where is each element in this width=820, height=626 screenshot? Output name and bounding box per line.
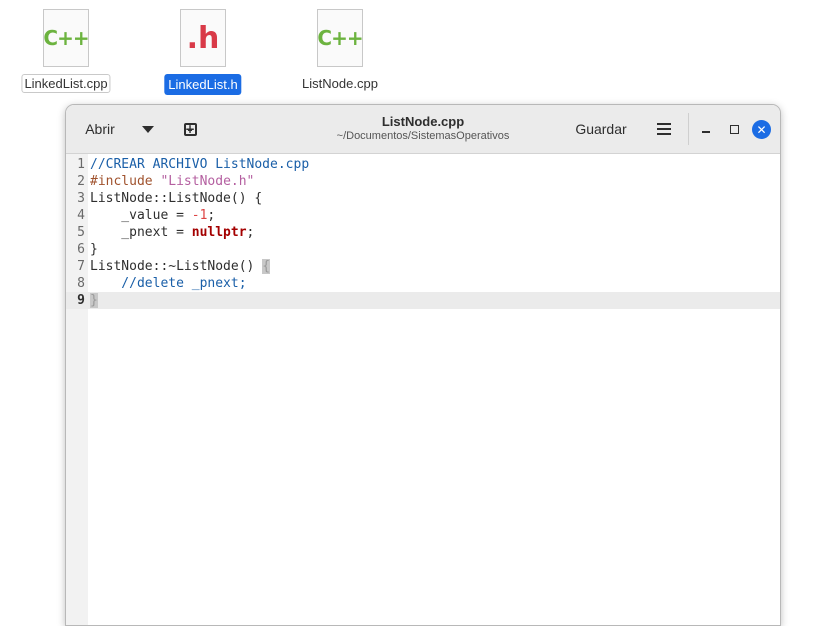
line-number: 1	[77, 157, 85, 172]
code-line[interactable]: 9}	[66, 292, 780, 309]
close-button[interactable]: ✕	[752, 120, 771, 139]
desktop-file-label: ListNode.cpp	[302, 76, 378, 91]
line-number: 3	[77, 191, 85, 206]
code-text: _value = -1;	[90, 207, 215, 224]
line-number: 7	[77, 259, 85, 274]
code-line[interactable]: 2 #include "ListNode.h"	[66, 173, 780, 190]
code-token: }	[90, 242, 98, 257]
minimize-button[interactable]	[696, 116, 716, 142]
hamburger-menu-icon	[657, 123, 671, 135]
close-icon: ✕	[756, 122, 767, 137]
code-text: _pnext = nullptr;	[90, 224, 254, 241]
code-token: nullptr	[191, 225, 247, 240]
code-editor[interactable]: 1 //CREAR ARCHIVO ListNode.cpp 2 #include "…	[66, 154, 780, 625]
code-line[interactable]: 8 //delete _pnext;	[66, 275, 780, 292]
code-text: ListNode::~ListNode() {	[90, 258, 271, 275]
code-token: ListNode::~ListNode()	[90, 259, 263, 274]
desktop-file-label: LinkedList.h	[164, 74, 242, 95]
code-token: _value =	[90, 208, 192, 223]
text-editor-window: Abrir + ListNode.cpp ~/Documentos/Sistem…	[65, 104, 781, 626]
code-line[interactable]: 7 ListNode::~ListNode() {	[66, 258, 780, 275]
header-file-icon: .h	[180, 9, 226, 67]
main-menu-button[interactable]	[651, 116, 677, 142]
new-document-icon: +	[183, 122, 197, 136]
new-tab-button[interactable]: +	[177, 116, 203, 142]
code-token: #include	[90, 174, 161, 189]
desktop-file-label: LinkedList.cpp	[21, 74, 111, 93]
maximize-button[interactable]	[724, 116, 744, 142]
code-line[interactable]: 4 _value = -1;	[66, 207, 780, 224]
code-text: ListNode::ListNode() {	[90, 190, 262, 207]
line-number: 9	[77, 293, 85, 308]
code-line[interactable]: 5 _pnext = nullptr;	[66, 224, 780, 241]
code-token: _pnext =	[90, 225, 192, 240]
line-number: 4	[77, 208, 85, 223]
code-text: }	[90, 292, 98, 309]
code-line[interactable]: 6}	[66, 241, 780, 258]
save-button[interactable]: Guardar	[566, 116, 636, 142]
code-line[interactable]: 3 ListNode::ListNode() {	[66, 190, 780, 207]
header-separator	[688, 113, 689, 145]
code-text: #include "ListNode.h"	[90, 173, 254, 190]
chevron-down-icon	[142, 125, 154, 133]
line-number: 5	[77, 225, 85, 240]
code-token: }	[90, 293, 98, 308]
code-token: ;	[207, 208, 216, 223]
code-token: "ListNode.h"	[160, 174, 255, 189]
code-token: ;	[246, 225, 255, 240]
maximize-icon	[729, 124, 739, 134]
code-text: //delete _pnext;	[90, 275, 247, 292]
code-token: //delete _pnext;	[90, 276, 247, 291]
minimize-icon	[702, 131, 710, 133]
cpp-file-icon: C++	[317, 9, 364, 67]
code-text: }	[90, 241, 98, 258]
line-number: 6	[77, 242, 85, 257]
code-token: ListNode::ListNode() {	[90, 191, 263, 206]
open-menu-button[interactable]	[136, 116, 160, 142]
code-token: {	[262, 259, 271, 274]
code-token: -1	[191, 208, 208, 223]
code-text: //CREAR ARCHIVO ListNode.cpp	[90, 156, 309, 173]
cpp-file-icon: C++	[43, 9, 90, 67]
line-number: 2	[77, 174, 85, 189]
code-token: //CREAR ARCHIVO ListNode.cpp	[90, 157, 310, 172]
header-bar[interactable]: Abrir + ListNode.cpp ~/Documentos/Sistem…	[66, 105, 780, 154]
open-button[interactable]: Abrir	[75, 116, 125, 142]
code-line[interactable]: 1 //CREAR ARCHIVO ListNode.cpp	[66, 156, 780, 173]
line-number: 8	[77, 276, 85, 291]
